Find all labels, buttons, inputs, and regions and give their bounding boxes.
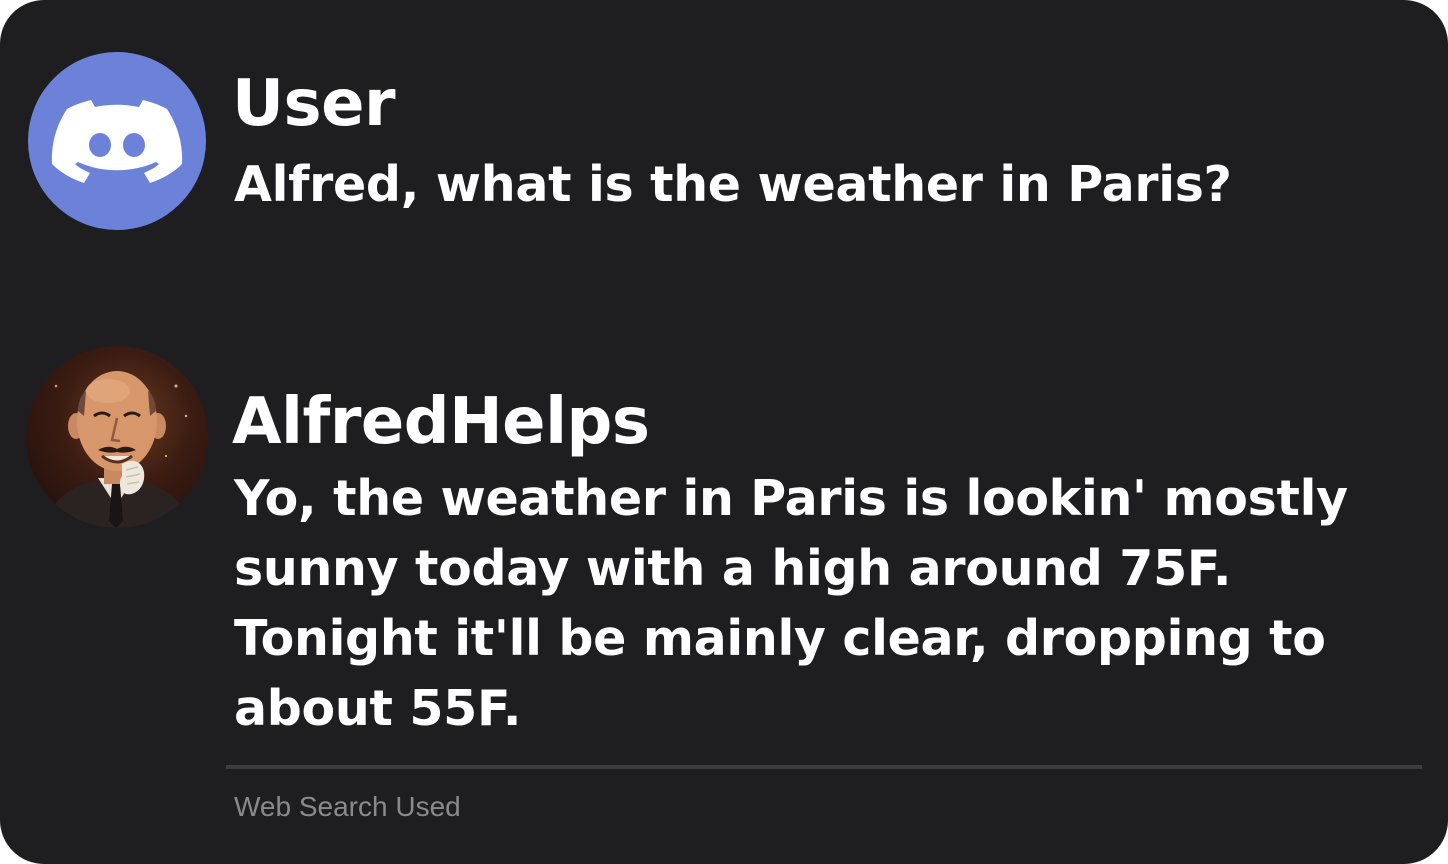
footer-divider <box>226 765 1422 769</box>
alfred-portrait-avatar[interactable] <box>26 346 208 528</box>
message-text: Yo, the weather in Paris is lookin' most… <box>234 470 1348 737</box>
message-text: Alfred, what is the weather in Paris? <box>234 156 1232 213</box>
discord-logo-icon[interactable] <box>28 52 206 230</box>
chat-card: User Alfred, what is the weather in Pari… <box>0 0 1448 864</box>
web-search-used-label: Web Search Used <box>234 791 461 822</box>
message-username[interactable]: User <box>232 66 396 142</box>
message-username[interactable]: AlfredHelps <box>232 384 650 460</box>
